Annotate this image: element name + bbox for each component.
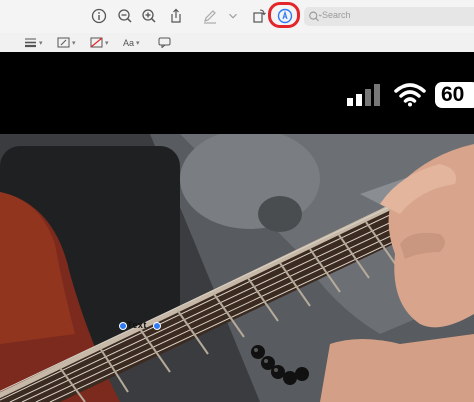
line-style-icon xyxy=(25,38,36,48)
annotation-handle-left[interactable] xyxy=(119,322,127,330)
line-style-button[interactable]: ▾ xyxy=(24,36,43,49)
search-icon xyxy=(309,11,322,22)
red-highlight-circle xyxy=(268,2,300,28)
toolbar: Search xyxy=(0,0,474,34)
speech-bubble-button[interactable] xyxy=(158,36,171,49)
search-field[interactable]: Search xyxy=(304,7,474,26)
text-annotation[interactable]: Text xyxy=(127,320,147,330)
chevron-down-icon: ▾ xyxy=(72,39,76,47)
markup-toolbar: ▾ ▾ ▾ Aa ▾ xyxy=(0,33,474,53)
document-canvas: 60 Text xyxy=(0,52,474,402)
cellular-signal-icon xyxy=(347,84,380,106)
chevron-down-icon[interactable] xyxy=(226,6,240,26)
highlight-pen-icon[interactable] xyxy=(200,6,220,26)
wifi-icon xyxy=(394,83,426,107)
fill-color-icon xyxy=(90,37,103,48)
phone-status-bar: 60 xyxy=(0,52,474,134)
battery-level: 60 xyxy=(435,82,474,108)
share-icon[interactable] xyxy=(166,6,186,26)
fill-color-button[interactable]: ▾ xyxy=(90,36,109,49)
rotate-icon[interactable] xyxy=(249,6,269,26)
chevron-down-icon: ▾ xyxy=(105,39,109,47)
info-icon[interactable] xyxy=(89,6,109,26)
zoom-in-icon[interactable] xyxy=(139,6,159,26)
text-style-button[interactable]: Aa ▾ xyxy=(123,36,140,49)
chevron-down-icon: ▾ xyxy=(136,39,140,47)
annotation-handle-right[interactable] xyxy=(153,322,161,330)
guitar-photo xyxy=(0,134,474,402)
zoom-out-icon[interactable] xyxy=(115,6,135,26)
border-color-button[interactable]: ▾ xyxy=(57,36,76,49)
chevron-down-icon: ▾ xyxy=(39,39,43,47)
speech-bubble-icon xyxy=(158,37,171,48)
text-style-icon: Aa xyxy=(123,37,135,48)
border-color-icon xyxy=(57,37,70,48)
search-placeholder: Search xyxy=(322,10,351,20)
